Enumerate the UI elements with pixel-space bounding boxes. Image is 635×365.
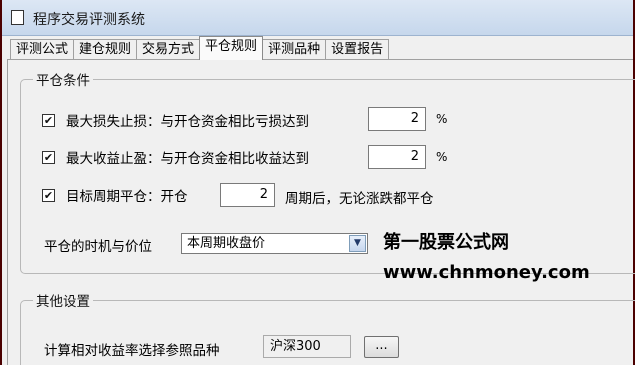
max-profit-checkbox[interactable]: ✔ [42, 150, 55, 164]
max-profit-input[interactable]: 2 [368, 145, 426, 169]
max-loss-label: 最大损失止损：与开仓资金相比亏损达到 [66, 114, 309, 130]
check-icon: ✔ [43, 150, 54, 164]
close-timing-select[interactable]: 本周期收盘价 ▼ [181, 233, 368, 254]
window-title: 程序交易评测系统 [33, 12, 145, 28]
max-loss-row: ✔ 最大损失止损：与开仓资金相比亏损达到 [42, 108, 309, 132]
tab-trade-mode[interactable]: 交易方式 [136, 39, 201, 60]
reference-label: 计算相对收益率选择参照品种 [44, 343, 220, 359]
app-window: 程序交易评测系统 评测公式 建仓规则 交易方式 平仓规则 评测品种 设置报告 平… [0, 0, 635, 365]
close-timing-value: 本周期收盘价 [187, 236, 266, 251]
tab-strip: 评测公式 建仓规则 交易方式 平仓规则 评测品种 设置报告 [10, 36, 390, 60]
target-period-row: ✔ 目标周期平仓：开仓 [42, 183, 188, 207]
watermark-url: www.chnmoney.com [383, 262, 590, 283]
close-timing-label: 平仓的时机与价位 [44, 239, 152, 255]
check-icon: ✔ [43, 113, 54, 127]
max-profit-unit: % [436, 150, 448, 164]
chevron-down-icon[interactable]: ▼ [349, 235, 366, 252]
close-conditions-legend: 平仓条件 [36, 73, 90, 89]
browse-button[interactable]: ... [364, 336, 399, 358]
window-icon [11, 10, 24, 25]
max-profit-row: ✔ 最大收益止盈：与开仓资金相比收益达到 [42, 145, 309, 169]
max-loss-unit: % [436, 112, 448, 126]
target-period-checkbox[interactable]: ✔ [42, 188, 55, 202]
target-period-input[interactable]: 2 [220, 183, 275, 207]
watermark-title: 第一股票公式网 [383, 232, 509, 253]
target-period-suffix: 周期后，无论涨跌都平仓 [285, 191, 434, 207]
check-icon: ✔ [43, 188, 54, 202]
tab-instruments[interactable]: 评测品种 [262, 39, 327, 60]
title-bar[interactable]: 程序交易评测系统 [2, 0, 633, 36]
tab-report-settings[interactable]: 设置报告 [325, 39, 390, 60]
target-period-label: 目标周期平仓：开仓 [66, 189, 188, 205]
reference-field[interactable]: 沪深300 [263, 335, 351, 358]
tab-close-rules[interactable]: 平仓规则 [199, 36, 264, 60]
tab-open-rules[interactable]: 建仓规则 [73, 39, 138, 60]
other-settings-legend: 其他设置 [36, 294, 90, 310]
max-profit-label: 最大收益止盈：与开仓资金相比收益达到 [66, 151, 309, 167]
tab-formula[interactable]: 评测公式 [10, 39, 75, 60]
max-loss-checkbox[interactable]: ✔ [42, 113, 55, 127]
max-loss-input[interactable]: 2 [368, 107, 426, 131]
